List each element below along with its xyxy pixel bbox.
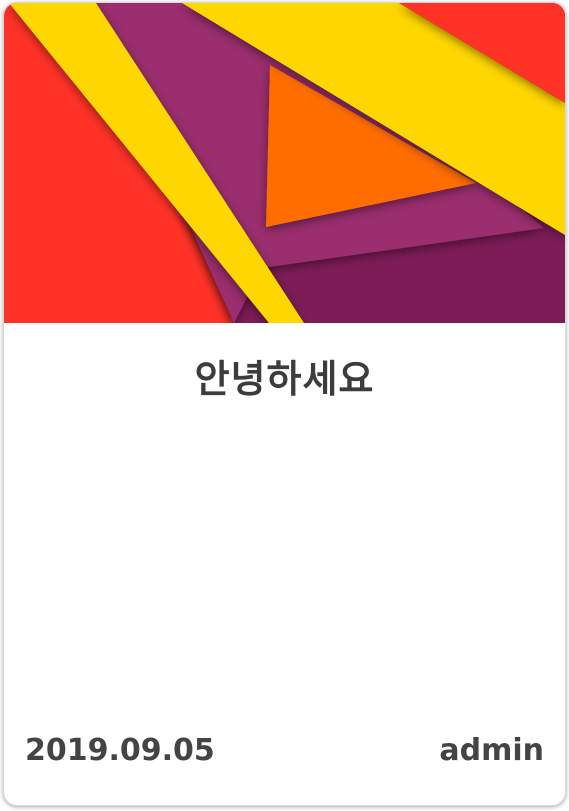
post-footer: 2019.09.05 admin: [25, 728, 544, 772]
banner-image: [4, 3, 565, 323]
post-author[interactable]: admin: [439, 733, 544, 768]
post-title[interactable]: 안녕하세요: [4, 348, 565, 403]
post-card[interactable]: 안녕하세요 2019.09.05 admin: [3, 2, 566, 806]
post-date: 2019.09.05: [25, 732, 215, 768]
